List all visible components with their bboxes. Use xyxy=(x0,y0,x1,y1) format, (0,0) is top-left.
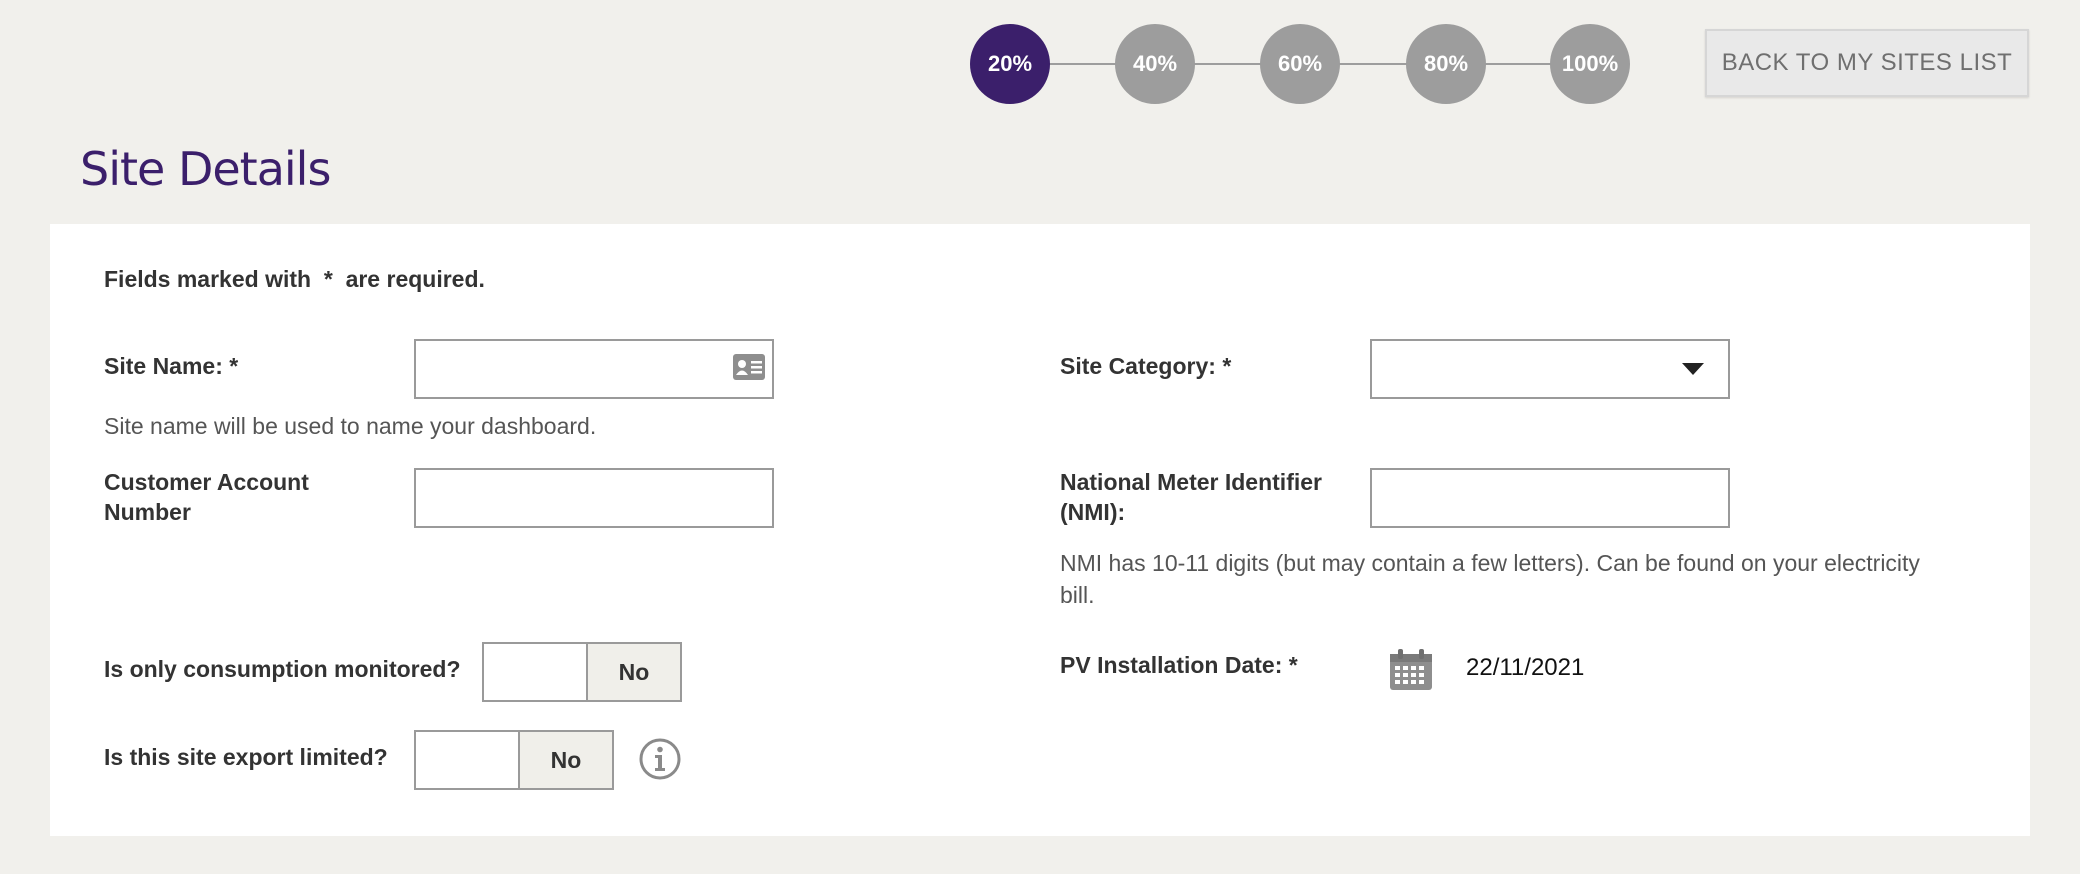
consumption-monitored-label: Is only consumption monitored? xyxy=(104,656,461,682)
site-details-card: Fields marked with * are required. Site … xyxy=(50,224,2030,836)
site-category-label: Site Category: * xyxy=(1060,353,1232,379)
step-60[interactable]: 60% xyxy=(1260,24,1340,104)
site-name-hint: Site name will be used to name your dash… xyxy=(104,413,597,439)
step-100[interactable]: 100% xyxy=(1550,24,1630,104)
consumption-monitored-toggle[interactable]: No xyxy=(482,642,682,702)
toggle-yes-option[interactable] xyxy=(484,644,588,700)
calendar-icon[interactable] xyxy=(1388,648,1434,692)
required-fields-note: Fields marked with * are required. xyxy=(104,266,485,292)
nmi-hint: NMI has 10-11 digits (but may contain a … xyxy=(1060,550,1920,608)
site-name-label: Site Name: * xyxy=(104,353,239,379)
info-icon[interactable] xyxy=(638,737,682,781)
nmi-input[interactable] xyxy=(1370,468,1730,528)
step-40[interactable]: 40% xyxy=(1115,24,1195,104)
site-name-input[interactable] xyxy=(414,339,774,399)
site-category-select[interactable] xyxy=(1370,339,1730,399)
step-80[interactable]: 80% xyxy=(1406,24,1486,104)
toggle-no-option[interactable]: No xyxy=(520,732,612,788)
chevron-down-icon xyxy=(1682,363,1704,375)
contact-card-icon[interactable] xyxy=(732,352,766,382)
export-limited-label: Is this site export limited? xyxy=(104,744,388,770)
pv-installation-date-value[interactable]: 22/11/2021 xyxy=(1466,654,1584,682)
pv-installation-date-label: PV Installation Date: * xyxy=(1060,652,1298,678)
nmi-label: National Meter Identifier (NMI): xyxy=(1060,469,1322,525)
progress-stepper: 20% 40% 60% 80% 100% xyxy=(970,24,1632,104)
step-20[interactable]: 20% xyxy=(970,24,1050,104)
toggle-no-option[interactable]: No xyxy=(588,644,680,700)
customer-account-label: Customer Account Number xyxy=(104,469,309,525)
back-to-sites-button[interactable]: BACK TO MY SITES LIST xyxy=(1705,29,2029,97)
page-title: Site Details xyxy=(80,142,331,196)
export-limited-toggle[interactable]: No xyxy=(414,730,614,790)
customer-account-input[interactable] xyxy=(414,468,774,528)
toggle-yes-option[interactable] xyxy=(416,732,520,788)
site-name-field xyxy=(414,339,774,399)
